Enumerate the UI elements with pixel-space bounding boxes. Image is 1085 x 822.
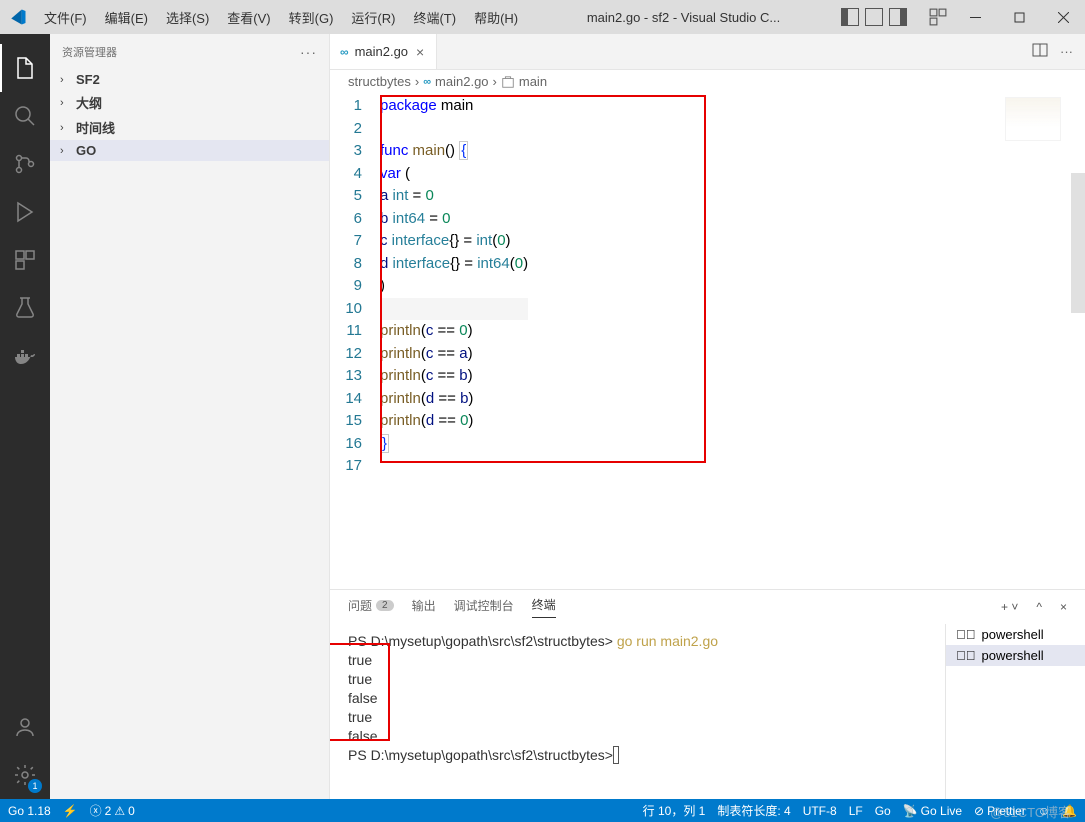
status-problems[interactable]: ⓧ 2 ⚠ 0 [90, 802, 135, 819]
search-icon[interactable] [0, 92, 50, 140]
breadcrumbs[interactable]: structbytes › ∞ main2.go › main [330, 70, 1085, 93]
explorer-sidebar: 资源管理器 ··· ›SF2›大纲›时间线›GO [50, 34, 330, 799]
status-eol[interactable]: LF [849, 804, 863, 818]
sidebar-title: 资源管理器 [62, 44, 117, 60]
menu-item[interactable]: 终端(T) [405, 4, 464, 31]
menu-item[interactable]: 运行(R) [343, 4, 403, 31]
tab-output[interactable]: 输出 [412, 597, 436, 618]
sidebar-section[interactable]: ›大纲 [50, 90, 329, 115]
terminal-list-item[interactable]: ▸⃞ powershell [946, 624, 1085, 645]
menu-item[interactable]: 选择(S) [158, 4, 217, 31]
account-icon[interactable] [0, 703, 50, 751]
tab-problems[interactable]: 问题2 [348, 597, 394, 618]
more-actions-icon[interactable]: ··· [1060, 44, 1073, 59]
watermark: @51CTO博客 [990, 802, 1071, 821]
sidebar-section[interactable]: ›时间线 [50, 115, 329, 140]
main-menu: 文件(F)编辑(E)选择(S)查看(V)转到(G)运行(R)终端(T)帮助(H) [36, 4, 526, 31]
terminal-list: ▸⃞ powershell▸⃞ powershell [945, 624, 1085, 799]
source-control-icon[interactable] [0, 140, 50, 188]
menu-item[interactable]: 帮助(H) [466, 4, 526, 31]
window-title: main2.go - sf2 - Visual Studio C... [526, 10, 841, 25]
status-encoding[interactable]: UTF-8 [803, 804, 837, 818]
status-cursor-pos[interactable]: 行 10，列 1 [643, 802, 706, 819]
status-indent[interactable]: 制表符长度: 4 [717, 802, 790, 819]
close-panel-icon[interactable]: × [1060, 600, 1067, 614]
sidebar-more-icon[interactable]: ··· [300, 44, 317, 60]
vscode-logo-icon [0, 8, 36, 26]
layout-controls[interactable] [841, 8, 953, 26]
menu-item[interactable]: 查看(V) [219, 4, 278, 31]
tab-main2-go[interactable]: ∞ main2.go × [330, 34, 437, 69]
menu-item[interactable]: 文件(F) [36, 4, 95, 31]
split-editor-icon[interactable] [1032, 42, 1048, 61]
tab-terminal[interactable]: 终端 [532, 596, 556, 618]
activity-bar: 1 [0, 34, 50, 799]
terminal-list-item[interactable]: ▸⃞ powershell [946, 645, 1085, 666]
window-controls [953, 0, 1085, 34]
code-editor[interactable]: 1234567891011121314151617 package main f… [330, 93, 1085, 589]
maximize-panel-icon[interactable]: ^ [1036, 600, 1042, 614]
sidebar-section[interactable]: ›GO [50, 140, 329, 161]
terminal-icon: ▸⃞ [956, 648, 976, 663]
status-language[interactable]: Go [875, 804, 891, 818]
sidebar-section[interactable]: ›SF2 [50, 69, 329, 90]
terminal-icon: ▸⃞ [956, 627, 976, 642]
status-go-version[interactable]: Go 1.18 [8, 804, 51, 818]
go-file-icon: ∞ [340, 45, 349, 59]
tab-label: main2.go [355, 44, 408, 59]
settings-icon[interactable]: 1 [0, 751, 50, 799]
new-terminal-icon[interactable]: + ˅ [1001, 600, 1018, 614]
explorer-icon[interactable] [0, 44, 50, 92]
close-tab-icon[interactable]: × [414, 42, 426, 62]
menu-item[interactable]: 转到(G) [281, 4, 342, 31]
close-button[interactable] [1041, 0, 1085, 34]
run-debug-icon[interactable] [0, 188, 50, 236]
bottom-panel: 问题2 输出 调试控制台 终端 + ˅ ^ × PS D:\mysetup\go… [330, 589, 1085, 799]
editor-tabs: ∞ main2.go × ··· [330, 34, 1085, 70]
extensions-icon[interactable] [0, 236, 50, 284]
tab-debug-console[interactable]: 调试控制台 [454, 597, 514, 618]
status-bar: Go 1.18 ⚡ ⓧ 2 ⚠ 0 行 10，列 1 制表符长度: 4 UTF-… [0, 799, 1085, 822]
status-lightning-icon[interactable]: ⚡ [63, 804, 78, 818]
scrollbar[interactable] [1071, 173, 1085, 313]
menu-item[interactable]: 编辑(E) [97, 4, 156, 31]
minimize-button[interactable] [953, 0, 997, 34]
status-go-live[interactable]: 📡 Go Live [903, 804, 962, 818]
docker-icon[interactable] [0, 332, 50, 380]
minimap[interactable] [1005, 97, 1061, 141]
title-bar: 文件(F)编辑(E)选择(S)查看(V)转到(G)运行(R)终端(T)帮助(H)… [0, 0, 1085, 34]
terminal[interactable]: PS D:\mysetup\gopath\src\sf2\structbytes… [330, 624, 945, 799]
testing-icon[interactable] [0, 284, 50, 332]
maximize-button[interactable] [997, 0, 1041, 34]
